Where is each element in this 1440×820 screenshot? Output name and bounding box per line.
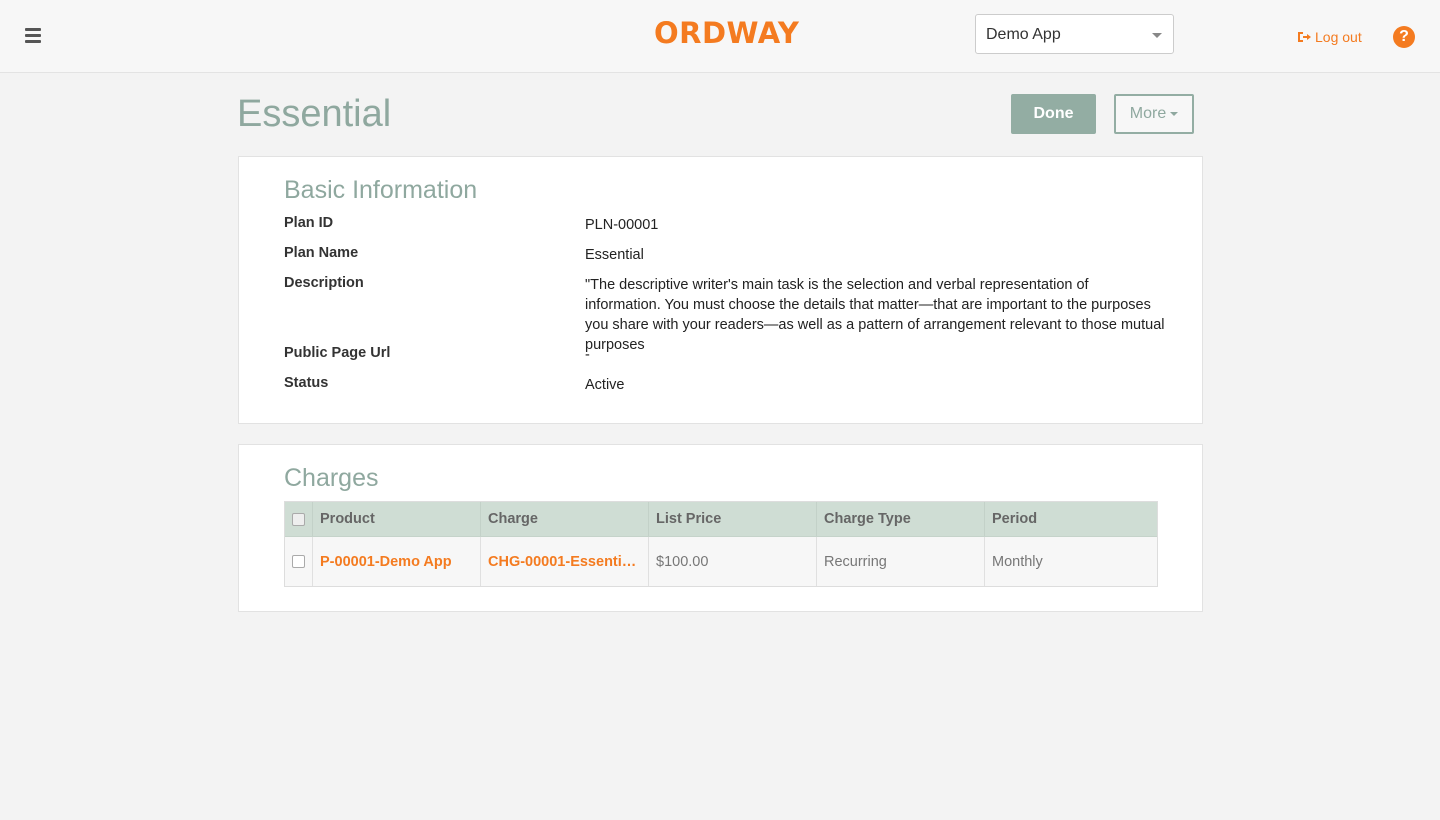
charges-title: Charges <box>284 464 379 492</box>
column-header-list-price[interactable]: List Price <box>649 502 817 536</box>
plan-name-value: Essential <box>585 247 644 263</box>
plan-id-value: PLN-00001 <box>585 217 659 233</box>
public-page-url-label: Public Page Url <box>284 345 391 361</box>
logout-label: Log out <box>1315 29 1362 45</box>
page-title: Essential <box>237 93 392 135</box>
plan-id-label: Plan ID <box>284 215 334 231</box>
charges-table: Product Charge List Price Charge Type Pe… <box>284 501 1158 587</box>
charge-link[interactable]: CHG-00001-Essential Plan <box>488 554 640 570</box>
plan-name-label: Plan Name <box>284 245 359 261</box>
basic-information-panel: Basic Information Plan ID PLN-00001 Plan… <box>238 156 1203 424</box>
app-selector[interactable]: Demo App <box>975 14 1174 54</box>
logout-link[interactable]: Log out <box>1297 28 1362 46</box>
column-header-period[interactable]: Period <box>985 502 1157 536</box>
more-button-label: More <box>1129 105 1167 122</box>
row-select-cell <box>285 537 313 586</box>
column-header-charge[interactable]: Charge <box>481 502 649 536</box>
hamburger-menu-icon[interactable] <box>25 28 41 43</box>
product-cell: P-00001-Demo App <box>313 537 481 586</box>
caret-down-icon <box>1170 112 1179 116</box>
select-all-cell <box>285 502 313 536</box>
charge-type-cell: Recurring <box>817 537 985 586</box>
row-checkbox[interactable] <box>292 555 305 568</box>
table-header-row: Product Charge List Price Charge Type Pe… <box>285 502 1157 537</box>
chevron-down-icon <box>1152 33 1162 38</box>
charge-cell: CHG-00001-Essential Plan <box>481 537 649 586</box>
status-label: Status <box>284 375 329 391</box>
public-page-url-value: - <box>585 347 590 363</box>
select-all-checkbox[interactable] <box>292 512 305 526</box>
top-navigation-bar: ORDWAY Demo App Log out ? <box>0 0 1440 73</box>
column-header-charge-type[interactable]: Charge Type <box>817 502 985 536</box>
app-selector-value: Demo App <box>986 26 1061 43</box>
sign-out-icon <box>1298 32 1311 42</box>
done-button[interactable]: Done <box>1011 94 1096 134</box>
period-cell: Monthly <box>992 553 1043 570</box>
description-label: Description <box>284 275 364 291</box>
list-price-cell: $100.00 <box>649 537 817 586</box>
more-dropdown-button[interactable]: More <box>1114 94 1194 134</box>
basic-information-title: Basic Information <box>284 176 478 204</box>
column-header-product[interactable]: Product <box>313 502 481 536</box>
charges-panel: Charges Product Charge List Price Charge… <box>238 444 1203 612</box>
description-value: "The descriptive writer's main task is t… <box>585 277 1165 353</box>
table-row: P-00001-Demo App CHG-00001-Essential Pla… <box>285 537 1157 586</box>
ordway-logo[interactable]: ORDWAY <box>654 16 800 50</box>
product-link[interactable]: P-00001-Demo App <box>320 554 452 570</box>
status-value: Active <box>585 377 625 393</box>
help-question-icon[interactable]: ? <box>1393 26 1415 48</box>
help-symbol: ? <box>1399 28 1409 45</box>
logo-text: ORDWAY <box>654 16 800 50</box>
